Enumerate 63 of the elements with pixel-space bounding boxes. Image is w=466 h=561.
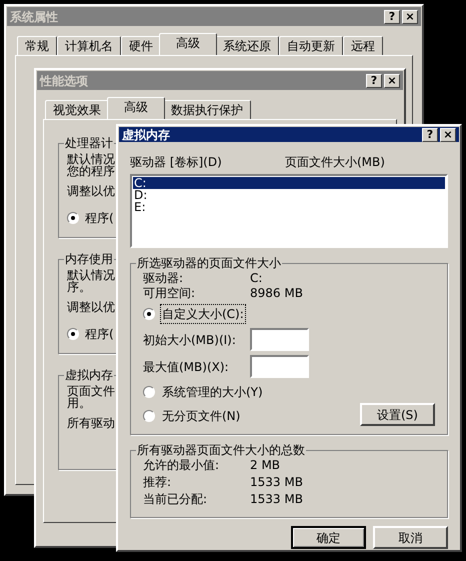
total-value: 1533 MB	[250, 476, 303, 488]
column-header: 页面文件大小(MB)	[285, 156, 385, 168]
description-text: 所有驱动	[67, 417, 115, 429]
tab[interactable]: 高级	[159, 33, 217, 55]
info-label: 驱动器:	[143, 272, 184, 284]
help-button[interactable]: ?	[366, 74, 382, 88]
window-title: 性能选项	[40, 74, 88, 86]
group-title: 虚拟内存	[64, 367, 114, 384]
drive-list[interactable]: C: D: E:	[130, 174, 448, 248]
description-text: 默认情况 您的程序	[67, 153, 115, 177]
radio-button[interactable]	[67, 212, 79, 224]
help-button[interactable]: ?	[422, 128, 438, 142]
radio-button[interactable]	[143, 410, 155, 422]
drive-item[interactable]: E:	[133, 201, 445, 213]
help-button[interactable]: ?	[384, 10, 400, 24]
field-label: 初始大小(MB)(I):	[143, 332, 237, 348]
tab[interactable]: 常规	[17, 36, 57, 55]
info-value: C:	[250, 272, 262, 284]
info-label: 可用空间:	[143, 287, 196, 299]
description-text: 调整以优	[67, 185, 115, 197]
radio-label: 系统管理的大小(Y)	[161, 384, 264, 401]
tab[interactable]: 系统还原	[215, 36, 279, 55]
close-button[interactable]: ×	[384, 74, 400, 88]
radio-button[interactable]	[143, 308, 155, 320]
radio-label: 无分页文件(N)	[161, 408, 242, 425]
tab[interactable]: 高级	[107, 97, 165, 119]
radio-button[interactable]	[143, 386, 155, 398]
info-value: 8986 MB	[250, 287, 303, 299]
window-title: 虚拟内存	[122, 128, 170, 140]
tab[interactable]: 硬件	[121, 36, 161, 55]
window-title: 系统属性	[10, 10, 58, 22]
tab[interactable]: 自动更新	[279, 36, 343, 55]
tab[interactable]: 计算机名	[57, 36, 121, 55]
radio-button[interactable]	[67, 328, 79, 340]
description-text: 默认情况 序。	[67, 269, 115, 293]
total-label: 当前已分配:	[143, 493, 208, 505]
input-field[interactable]	[250, 328, 309, 351]
group-title: 所选驱动器的页面文件大小	[136, 255, 282, 272]
total-value: 1533 MB	[250, 493, 303, 505]
tab[interactable]: 数据执行保护	[163, 100, 251, 119]
close-button[interactable]: ×	[440, 128, 456, 142]
column-header: 驱动器 [卷标](D)	[130, 156, 223, 168]
ok-button[interactable]: 确定	[291, 526, 366, 549]
field-label: 最大值(MB)(X):	[143, 358, 230, 376]
total-label: 推荐:	[143, 476, 172, 488]
radio-label: 程序(	[85, 326, 114, 343]
settings-button[interactable]: 设置(S)	[360, 403, 435, 426]
tab[interactable]: 远程	[343, 36, 383, 55]
total-label: 允许的最小值:	[143, 459, 220, 471]
group-title: 内存使用	[64, 251, 114, 268]
input-field[interactable]	[250, 355, 309, 378]
description-text: 页面文件 用。	[67, 385, 115, 409]
radio-label: 程序(	[85, 210, 114, 227]
cancel-button[interactable]: 取消	[373, 526, 448, 549]
radio-label: 自定义大小(C):	[160, 304, 246, 324]
drive-item[interactable]: C:	[133, 177, 445, 189]
description-text: 调整以优	[67, 301, 115, 313]
group-title: 处理器计	[64, 135, 114, 152]
group-title: 所有驱动器页面文件大小的总数	[136, 442, 306, 459]
tab[interactable]: 视觉效果	[45, 100, 109, 119]
total-value: 2 MB	[250, 459, 280, 471]
drive-item[interactable]: D:	[133, 189, 445, 201]
close-button[interactable]: ×	[402, 10, 418, 24]
